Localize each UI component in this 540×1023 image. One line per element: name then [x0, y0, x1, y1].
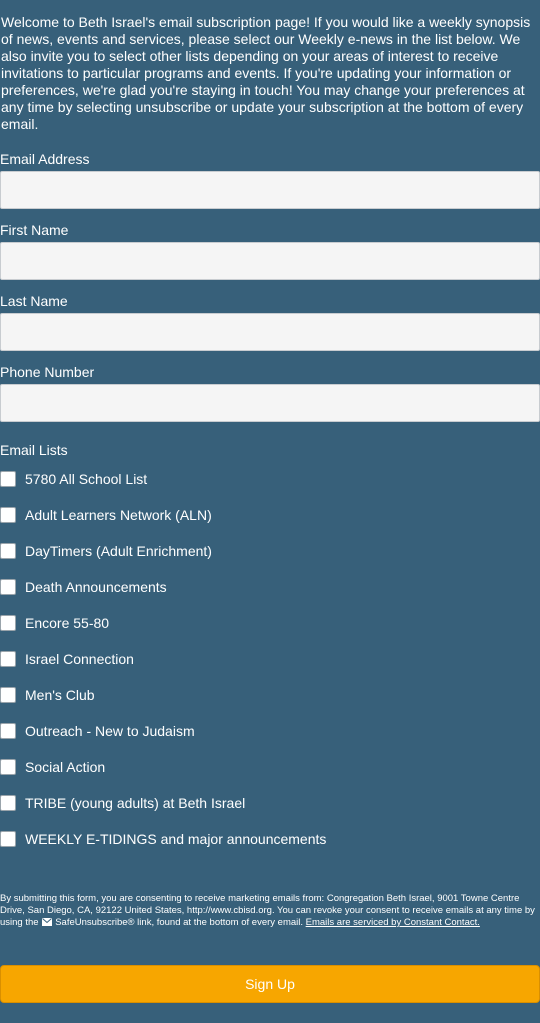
list-item-label: Israel Connection	[25, 650, 134, 667]
list-item-label: Social Action	[25, 758, 106, 775]
list-item[interactable]: Men's Club	[0, 685, 95, 705]
list-item[interactable]: 5780 All School List	[0, 469, 147, 489]
email-field[interactable]	[0, 171, 540, 209]
list-checkbox[interactable]	[0, 579, 16, 595]
list-item[interactable]: Israel Connection	[0, 649, 134, 669]
list-item[interactable]: Adult Learners Network (ALN)	[0, 505, 212, 525]
list-item[interactable]: Outreach - New to Judaism	[0, 721, 195, 741]
list-item[interactable]: Encore 55-80	[0, 613, 109, 633]
safeunsubscribe-text: SafeUnsubscribe® link, found at the bott…	[55, 917, 303, 928]
list-checkbox[interactable]	[0, 615, 16, 631]
list-checkbox[interactable]	[0, 795, 16, 811]
list-item-label: Encore 55-80	[25, 614, 110, 631]
last-name-label: Last Name	[0, 293, 68, 309]
list-item[interactable]: DayTimers (Adult Enrichment)	[0, 541, 212, 561]
list-item-label: 5780 All School List	[25, 470, 148, 487]
envelope-icon	[42, 918, 53, 926]
first-name-label: First Name	[0, 222, 69, 238]
phone-field[interactable]	[0, 384, 540, 422]
list-checkbox[interactable]	[0, 831, 16, 847]
intro-text: Welcome to Beth Israel's email subscript…	[1, 14, 531, 132]
list-item-label: Men's Club	[25, 686, 95, 703]
list-item-label: DayTimers (Adult Enrichment)	[25, 542, 212, 559]
list-item[interactable]: Death Announcements	[0, 577, 167, 597]
list-checkbox[interactable]	[0, 759, 16, 775]
list-checkbox[interactable]	[0, 651, 16, 667]
list-checkbox[interactable]	[0, 723, 16, 739]
list-checkbox[interactable]	[0, 471, 16, 487]
email-label: Email Address	[0, 151, 90, 167]
sign-up-button[interactable]: Sign Up	[0, 965, 540, 1003]
list-checkbox[interactable]	[0, 687, 16, 703]
phone-label: Phone Number	[0, 364, 95, 380]
last-name-field[interactable]	[0, 313, 540, 351]
list-item[interactable]: TRIBE (young adults) at Beth Israel	[0, 793, 245, 813]
list-item-label: Outreach - New to Judaism	[25, 722, 195, 739]
first-name-field[interactable]	[0, 242, 540, 280]
list-item-label: WEEKLY E-TIDINGS and major announcements	[25, 830, 327, 847]
list-item-label: TRIBE (young adults) at Beth Israel	[25, 794, 246, 811]
email-lists-heading: Email Lists	[0, 442, 68, 458]
list-checkbox[interactable]	[0, 543, 16, 559]
consent-text: By submitting this form, you are consent…	[0, 893, 535, 929]
list-item-label: Adult Learners Network (ALN)	[25, 506, 212, 523]
list-item[interactable]: WEEKLY E-TIDINGS and major announcements	[0, 829, 326, 849]
list-item-label: Death Announcements	[25, 578, 167, 595]
constant-contact-link[interactable]: Emails are serviced by Constant Contact.	[306, 917, 480, 928]
list-checkbox[interactable]	[0, 507, 16, 523]
subscription-form-page: Welcome to Beth Israel's email subscript…	[0, 0, 540, 1023]
list-item[interactable]: Social Action	[0, 757, 105, 777]
